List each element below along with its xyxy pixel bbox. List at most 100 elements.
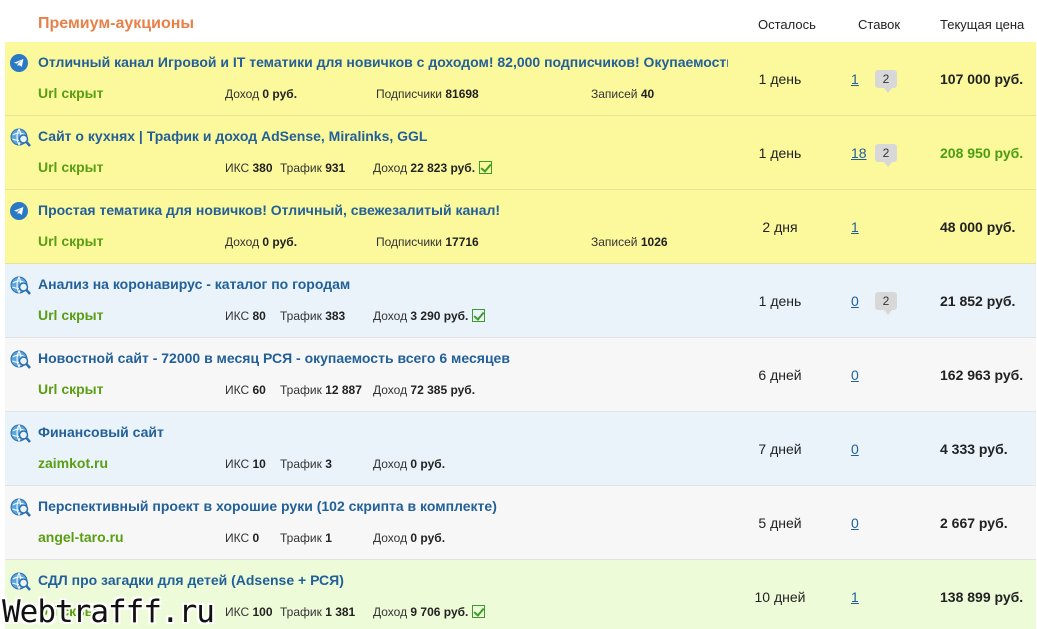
stat-label: ИКС (225, 531, 250, 545)
current-price: 4 333 руб. (940, 441, 1008, 457)
telegram-icon (10, 54, 28, 72)
stat-label: Доход (373, 531, 408, 545)
stat-value: 100 (252, 605, 273, 619)
bids-count-link[interactable]: 18 (851, 145, 867, 161)
current-price: 208 950 руб. (940, 145, 1024, 161)
stat-0: ИКС 100 (225, 605, 273, 619)
column-header-current-price[interactable]: Текущая цена (940, 17, 1024, 32)
auction-list: Отличный канал Игровой и IT тематики для… (5, 42, 1036, 629)
current-price: 21 852 руб. (940, 293, 1016, 309)
auction-title-link[interactable]: Перспективный проект в хорошие руки (102… (38, 498, 728, 514)
stat-1: Трафик 12 887 (280, 383, 362, 397)
bids-count-link[interactable]: 1 (851, 219, 859, 235)
auction-row[interactable]: Перспективный проект в хорошие руки (102… (5, 486, 1036, 560)
stat-0: ИКС 0 (225, 531, 259, 545)
auction-title-link[interactable]: Отличный канал Игровой и IT тематики для… (38, 54, 728, 70)
time-left: 1 день (758, 71, 802, 87)
stat-2: Доход 0 руб. (373, 457, 445, 471)
auction-url: Url скрыт (38, 307, 104, 323)
auction-title-link[interactable]: Новостной сайт - 72000 в месяц РСЯ - оку… (38, 350, 728, 366)
stat-0: ИКС 60 (225, 383, 266, 397)
stat-label: Трафик (280, 383, 322, 397)
stat-value: 12 887 (325, 383, 362, 397)
auction-url: zaimkot.ru (38, 455, 109, 471)
stat-0: ИКС 80 (225, 309, 266, 323)
stat-value: 0 руб. (262, 235, 298, 249)
comment-bubble-icon[interactable]: 2 (875, 70, 897, 93)
stat-label: ИКС (225, 161, 250, 175)
stat-value: 10 (252, 457, 266, 471)
time-left: 5 дней (758, 515, 802, 531)
stat-value: 72 385 руб. (410, 383, 476, 397)
stat-value: 1 (325, 531, 332, 545)
auction-title-link[interactable]: СДЛ про загадки для детей (Adsense + РСЯ… (38, 572, 728, 588)
stat-2: Записей 1026 (591, 235, 668, 249)
column-header-bids[interactable]: Ставок (858, 17, 900, 32)
stat-2: Доход 22 823 руб. (373, 161, 493, 175)
site-search-icon (10, 350, 31, 369)
stat-value: 383 (325, 309, 346, 323)
auction-url: Url скрыт (38, 159, 104, 175)
auction-title-link[interactable]: Финансовый сайт (38, 424, 728, 440)
auction-row[interactable]: Финансовый сайт zaimkot.ru ИКС 10 Трафик 3 Д… (5, 412, 1036, 486)
column-header-time-left[interactable]: Осталось (758, 17, 816, 32)
stat-label: Подписчики (376, 87, 443, 101)
current-price: 138 899 руб. (940, 589, 1024, 605)
stat-1: Трафик 3 (280, 457, 332, 471)
bids-count-link[interactable]: 0 (851, 441, 859, 457)
stat-0: ИКС 10 (225, 457, 266, 471)
stat-label: ИКС (225, 605, 250, 619)
verified-checkbox-icon (472, 605, 486, 618)
stat-label: Трафик (280, 457, 322, 471)
stat-label: Доход (373, 457, 408, 471)
auction-url: angel-taro.ru (38, 529, 124, 545)
auction-title-link[interactable]: Анализ на коронавирус - каталог по город… (38, 276, 728, 292)
comment-bubble-icon[interactable]: 2 (875, 144, 897, 167)
time-left: 2 дня (762, 219, 798, 235)
bids-count-link[interactable]: 1 (851, 589, 859, 605)
current-price: 2 667 руб. (940, 515, 1008, 531)
site-search-icon (10, 424, 31, 443)
stat-value: 80 (252, 309, 266, 323)
stat-label: Доход (373, 161, 408, 175)
time-left: 7 дней (758, 441, 802, 457)
stat-1: Трафик 1 (280, 531, 332, 545)
current-price: 162 963 руб. (940, 367, 1024, 383)
stat-1: Трафик 931 (280, 161, 345, 175)
stat-value: 81698 (445, 87, 479, 101)
stat-label: Доход (373, 383, 408, 397)
auction-title-link[interactable]: Сайт о кухнях | Трафик и доход AdSense, … (38, 128, 728, 144)
auction-url: Url скрыт (38, 85, 104, 101)
auction-url: Url скрыт (38, 233, 104, 249)
stat-label: Трафик (280, 605, 322, 619)
stat-label: Записей (591, 87, 638, 101)
auction-title-link[interactable]: Простая тематика для новичков! Отличный,… (38, 202, 728, 218)
stat-1: Трафик 383 (280, 309, 345, 323)
stat-value: 17716 (445, 235, 479, 249)
stat-0: Доход 0 руб. (225, 235, 297, 249)
comment-bubble-icon[interactable]: 2 (875, 292, 897, 315)
auctions-header: Премиум-аукционы Осталось Ставок Текущая… (0, 0, 1037, 42)
stat-2: Доход 3 290 руб. (373, 309, 486, 323)
bids-count-link[interactable]: 0 (851, 293, 859, 309)
auction-row[interactable]: Простая тематика для новичков! Отличный,… (5, 190, 1036, 264)
stat-value: 0 руб. (262, 87, 298, 101)
stat-value: 380 (252, 161, 273, 175)
auction-row[interactable]: Анализ на коронавирус - каталог по город… (5, 264, 1036, 338)
stat-value: 0 руб. (410, 457, 446, 471)
auction-row[interactable]: Отличный канал Игровой и IT тематики для… (5, 42, 1036, 116)
stat-label: ИКС (225, 457, 250, 471)
auction-row[interactable]: Сайт о кухнях | Трафик и доход AdSense, … (5, 116, 1036, 190)
site-search-icon (10, 128, 31, 147)
stat-0: Доход 0 руб. (225, 87, 297, 101)
stat-2: Доход 0 руб. (373, 531, 445, 545)
stat-1: Трафик 1 381 (280, 605, 355, 619)
auction-row[interactable]: Новостной сайт - 72000 в месяц РСЯ - оку… (5, 338, 1036, 412)
verified-checkbox-icon (472, 309, 486, 322)
bids-count-link[interactable]: 0 (851, 515, 859, 531)
verified-checkbox-icon (479, 161, 493, 174)
bids-count-link[interactable]: 1 (851, 71, 859, 87)
stat-label: Доход (225, 235, 260, 249)
stat-value: 3 290 руб. (410, 309, 469, 323)
bids-count-link[interactable]: 0 (851, 367, 859, 383)
